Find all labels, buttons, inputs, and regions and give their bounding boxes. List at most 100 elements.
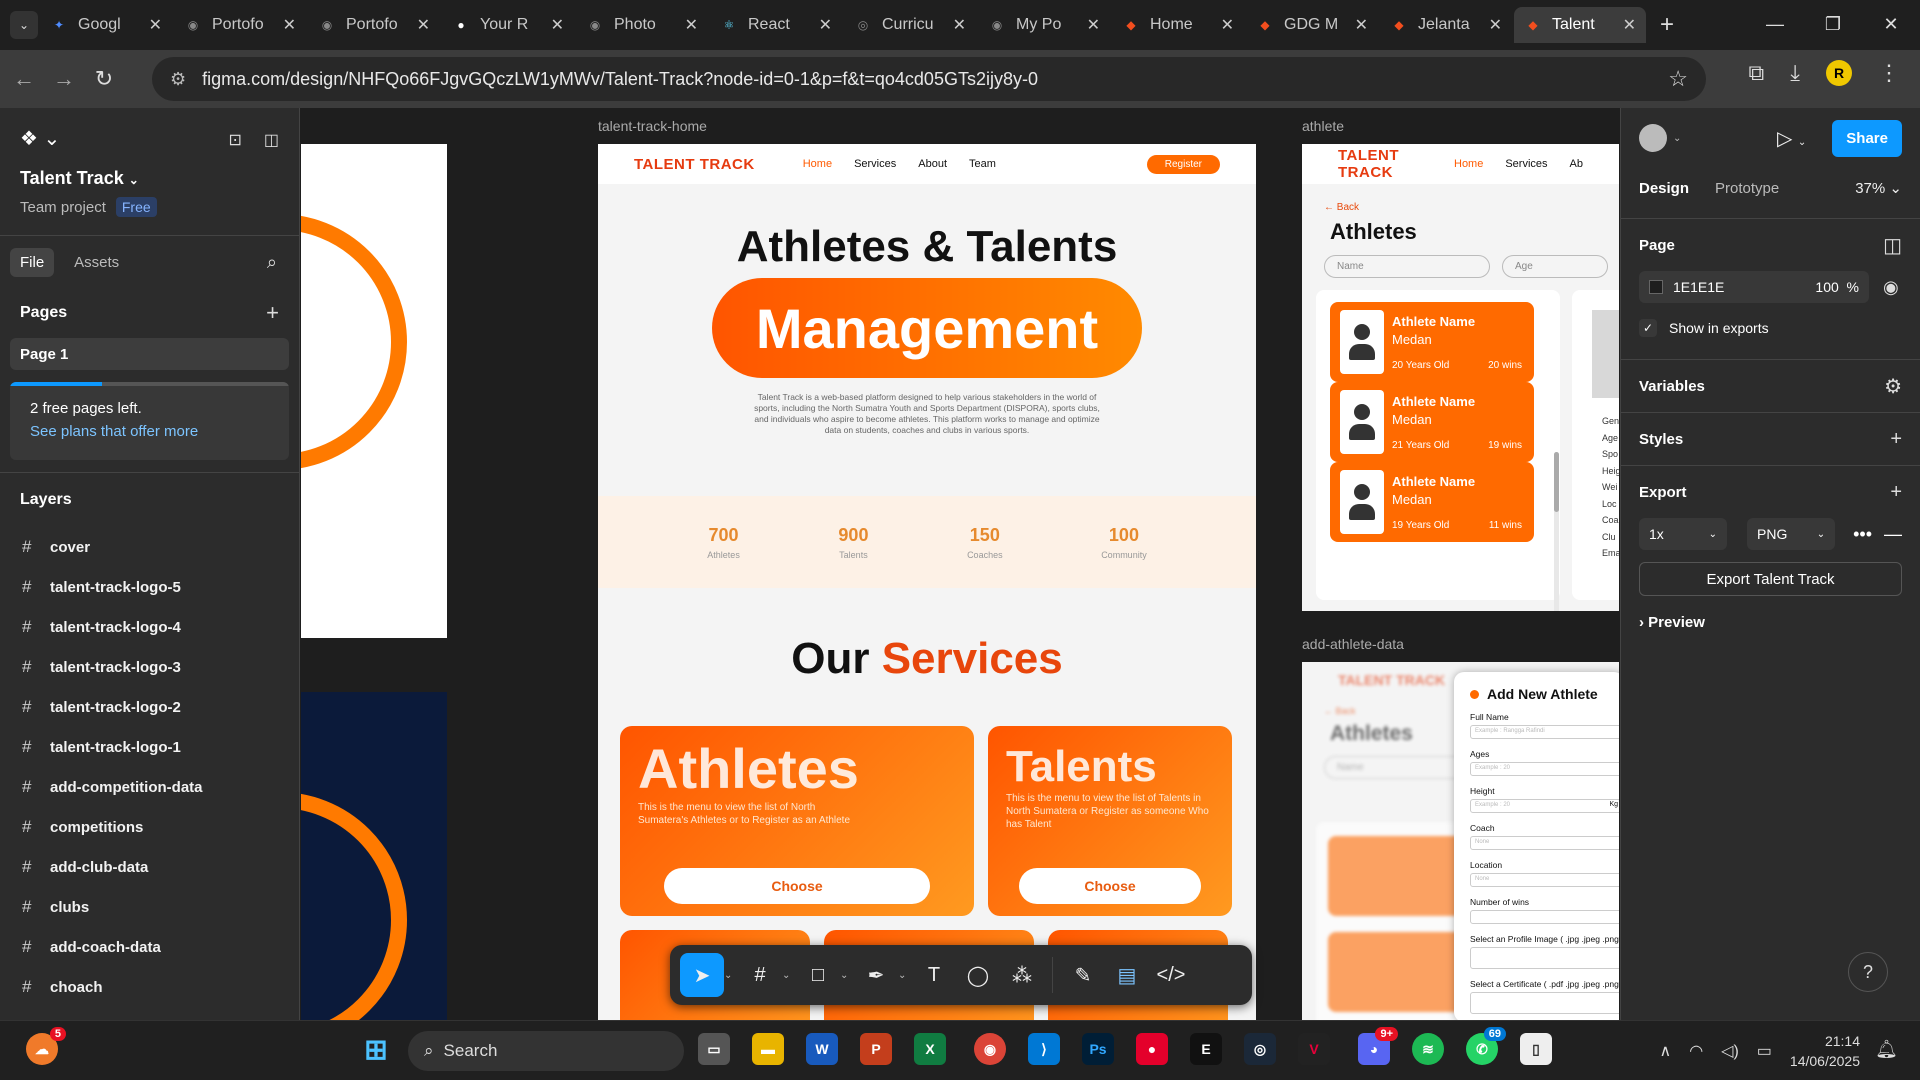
- browser-tab[interactable]: ◆ Jelanta ✕: [1380, 7, 1512, 43]
- task-view-icon[interactable]: ▭: [698, 1033, 730, 1065]
- text-tool-icon[interactable]: T: [912, 953, 956, 997]
- background-fill[interactable]: 1E1E1E 100 %: [1639, 271, 1869, 303]
- design-mode-icon[interactable]: ▤: [1105, 953, 1149, 997]
- home-frame[interactable]: TALENT TRACK Home Services About Team Re…: [598, 144, 1256, 1020]
- file-name[interactable]: Talent Track ⌄: [0, 168, 299, 189]
- close-tab-icon[interactable]: ✕: [417, 15, 430, 35]
- browser-tab[interactable]: ◆ Talent ✕: [1514, 7, 1646, 43]
- close-tab-icon[interactable]: ✕: [1623, 15, 1636, 35]
- zoom-level[interactable]: 37% ⌄: [1855, 179, 1902, 197]
- user-avatar[interactable]: [1639, 124, 1667, 152]
- maximize-button[interactable]: ❐: [1804, 0, 1862, 48]
- frame-label-athlete[interactable]: athlete: [1302, 118, 1344, 134]
- browser-menu-icon[interactable]: ⋮: [1878, 60, 1900, 86]
- dev-mode-icon[interactable]: </>: [1149, 953, 1193, 997]
- export-button[interactable]: Export Talent Track: [1639, 562, 1902, 596]
- close-tab-icon[interactable]: ✕: [819, 15, 832, 35]
- actions-tool-icon[interactable]: ⁂: [1000, 953, 1044, 997]
- layer-item[interactable]: # cover: [0, 527, 299, 567]
- minimize-button[interactable]: —: [1746, 0, 1804, 48]
- notifications-bell-icon[interactable]: 🔔︎: [1875, 1039, 1898, 1060]
- close-tab-icon[interactable]: ✕: [1221, 15, 1234, 35]
- tab-prototype[interactable]: Prototype: [1715, 180, 1779, 197]
- local-styles-icon[interactable]: ◫: [1883, 233, 1902, 258]
- layer-item[interactable]: # talent-track-logo-1: [0, 727, 299, 767]
- whatsapp-icon[interactable]: ✆ 69: [1466, 1027, 1506, 1065]
- background-hex[interactable]: 1E1E1E: [1673, 279, 1724, 295]
- share-button[interactable]: Share: [1832, 119, 1902, 157]
- background-opacity[interactable]: 100 %: [1815, 279, 1859, 295]
- bookmark-star-icon[interactable]: ☆: [1668, 66, 1688, 92]
- help-icon[interactable]: ?: [1848, 952, 1888, 992]
- chevron-down-icon[interactable]: ⌄: [782, 970, 796, 981]
- ai-actions-icon[interactable]: ⊡: [228, 130, 241, 150]
- tab-design[interactable]: Design: [1639, 180, 1689, 197]
- valorant-icon[interactable]: V: [1298, 1033, 1330, 1065]
- tab-assets[interactable]: Assets: [64, 248, 129, 277]
- vscode-icon[interactable]: ⟩: [1028, 1033, 1060, 1065]
- file-explorer-icon[interactable]: ▬: [752, 1033, 784, 1065]
- layer-item[interactable]: # competitions: [0, 807, 299, 847]
- variables-settings-icon[interactable]: ⚙: [1884, 374, 1902, 399]
- close-tab-icon[interactable]: ✕: [149, 15, 162, 35]
- close-tab-icon[interactable]: ✕: [1087, 15, 1100, 35]
- browser-tab[interactable]: ◎ Curricu ✕: [844, 7, 976, 43]
- draw-mode-icon[interactable]: ✎: [1061, 953, 1105, 997]
- reload-button[interactable]: ↻: [84, 66, 124, 92]
- photoshop-icon[interactable]: Ps: [1082, 1033, 1114, 1065]
- chevron-down-icon[interactable]: ⌄: [840, 970, 854, 981]
- browser-tab[interactable]: ◉ Portofo ✕: [174, 7, 306, 43]
- layer-item[interactable]: # talent-track-logo-5: [0, 567, 299, 607]
- browser-tab[interactable]: ◉ Portofo ✕: [308, 7, 440, 43]
- remove-export-icon[interactable]: —: [1884, 524, 1902, 545]
- volume-icon[interactable]: ◁): [1721, 1041, 1739, 1061]
- page-item[interactable]: Page 1: [10, 338, 289, 370]
- epic-games-icon[interactable]: E: [1190, 1033, 1222, 1065]
- extensions-icon[interactable]: ⧉: [1749, 60, 1765, 86]
- search-icon[interactable]: ⌕: [267, 252, 277, 273]
- browser-tab[interactable]: ✦ Googl ✕: [40, 7, 172, 43]
- spotify-icon[interactable]: ≋: [1412, 1033, 1444, 1065]
- add-export-icon[interactable]: +: [1890, 481, 1902, 504]
- wifi-icon[interactable]: ◠: [1689, 1041, 1703, 1061]
- logo-frame-dark[interactable]: [301, 692, 447, 1020]
- rectangle-tool-icon[interactable]: □: [796, 953, 840, 997]
- more-options-icon[interactable]: •••: [1853, 524, 1872, 545]
- browser-tab[interactable]: ◉ My Po ✕: [978, 7, 1110, 43]
- chrome-icon[interactable]: ◉: [974, 1033, 1006, 1065]
- browser-tab[interactable]: ◉ Photo ✕: [576, 7, 708, 43]
- color-swatch[interactable]: [1649, 280, 1663, 294]
- taskbar-search[interactable]: ⌕ Search: [408, 1031, 684, 1071]
- chevron-down-icon[interactable]: ⌄: [724, 970, 738, 981]
- cover-frame[interactable]: [301, 144, 447, 638]
- layer-item[interactable]: # talent-track-logo-4: [0, 607, 299, 647]
- chevron-down-icon[interactable]: ⌄: [898, 970, 912, 981]
- show-in-exports-checkbox[interactable]: ✓ Show in exports: [1639, 319, 1902, 337]
- excel-icon[interactable]: X: [914, 1033, 946, 1065]
- toggle-panel-icon[interactable]: ◫: [264, 130, 279, 150]
- notepad-icon[interactable]: ▯: [1520, 1033, 1552, 1065]
- layer-item[interactable]: # talent-track-logo-2: [0, 687, 299, 727]
- weather-widget-icon[interactable]: ☁ 5: [26, 1027, 66, 1065]
- layer-item[interactable]: # add-coach-data: [0, 927, 299, 967]
- add-athlete-frame[interactable]: TALENT TRACK ← Back Athletes Name Add Ne…: [1302, 662, 1619, 1020]
- browser-tab[interactable]: ◆ GDG M ✕: [1246, 7, 1378, 43]
- frame-label-add-athlete[interactable]: add-athlete-data: [1302, 636, 1404, 652]
- profile-avatar[interactable]: R: [1826, 60, 1852, 86]
- add-style-icon[interactable]: +: [1890, 428, 1902, 451]
- forward-button[interactable]: →: [44, 66, 84, 92]
- start-windows-icon[interactable]: ⊞: [360, 1033, 392, 1065]
- frame-tool-icon[interactable]: #: [738, 953, 782, 997]
- battery-icon[interactable]: ▭: [1757, 1041, 1772, 1061]
- site-info-icon[interactable]: ⚙: [170, 69, 186, 90]
- frame-label-home[interactable]: talent-track-home: [598, 118, 707, 134]
- powerpoint-icon[interactable]: P: [860, 1033, 892, 1065]
- close-tab-icon[interactable]: ✕: [1355, 15, 1368, 35]
- chevron-down-icon[interactable]: ⌄: [1673, 133, 1681, 144]
- clock[interactable]: 21:14 14/06/2025: [1790, 1031, 1860, 1071]
- export-scale-select[interactable]: 1x ⌄: [1639, 518, 1728, 550]
- layer-item[interactable]: # talent-track-logo-3: [0, 647, 299, 687]
- close-tab-icon[interactable]: ✕: [1489, 15, 1502, 35]
- layer-item[interactable]: # add-club-data: [0, 847, 299, 887]
- discord-icon[interactable]: ◕ 9+: [1358, 1027, 1398, 1065]
